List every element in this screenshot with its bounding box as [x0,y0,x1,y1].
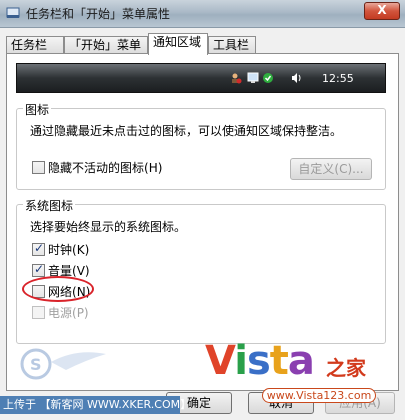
icons-group-title: 图标 [23,101,52,118]
tray-clock: 12:55 [322,72,354,85]
taskbar-preview: 12:55 [16,63,386,93]
close-button[interactable]: X [364,2,400,20]
tab-taskbar[interactable]: 任务栏 [6,36,64,54]
tab-notification-area[interactable]: 通知区域 [148,33,208,55]
speaker-icon [292,73,301,83]
title-bar[interactable]: 任务栏和「开始」菜单属性 X [0,0,405,28]
hide-inactive-checkbox[interactable] [32,161,45,174]
site-watermark-icon: S [20,348,106,380]
vista-home-text: 之家 [326,356,366,380]
vista-logo: Vista [205,338,315,384]
clock-label[interactable]: 时钟(K) [48,241,89,258]
upload-strip: 上传于 【新客网 WWW.XKER.COM】 [0,396,191,414]
tab-toolbars[interactable]: 工具栏 [208,36,256,54]
customize-button[interactable]: 自定义(C)... [290,158,372,180]
network-user-icon [232,73,242,84]
svg-text:S: S [30,355,42,374]
icons-description: 通过隐藏最近未点击过的图标，可以使通知区域保持整洁。 [30,124,343,138]
system-icons-description: 选择要始终显示的系统图标。 [30,220,187,234]
system-icons-group-title: 系统图标 [23,197,76,214]
power-checkbox[interactable] [32,306,45,319]
hide-inactive-label[interactable]: 隐藏不活动的图标(H) [48,159,162,176]
volume-checkbox[interactable] [32,262,45,277]
power-label: 电源(P) [48,306,89,320]
clock-checkbox[interactable] [32,241,45,256]
vista-url: www.Vista123.com [262,388,376,403]
annotation-circle [22,276,94,302]
taskbar-properties-icon [6,7,20,18]
tab-start-menu[interactable]: 「开始」菜单 [64,36,148,54]
window-title: 任务栏和「开始」菜单属性 [26,7,171,21]
display-icon [247,72,259,83]
shield-icon [263,73,273,83]
